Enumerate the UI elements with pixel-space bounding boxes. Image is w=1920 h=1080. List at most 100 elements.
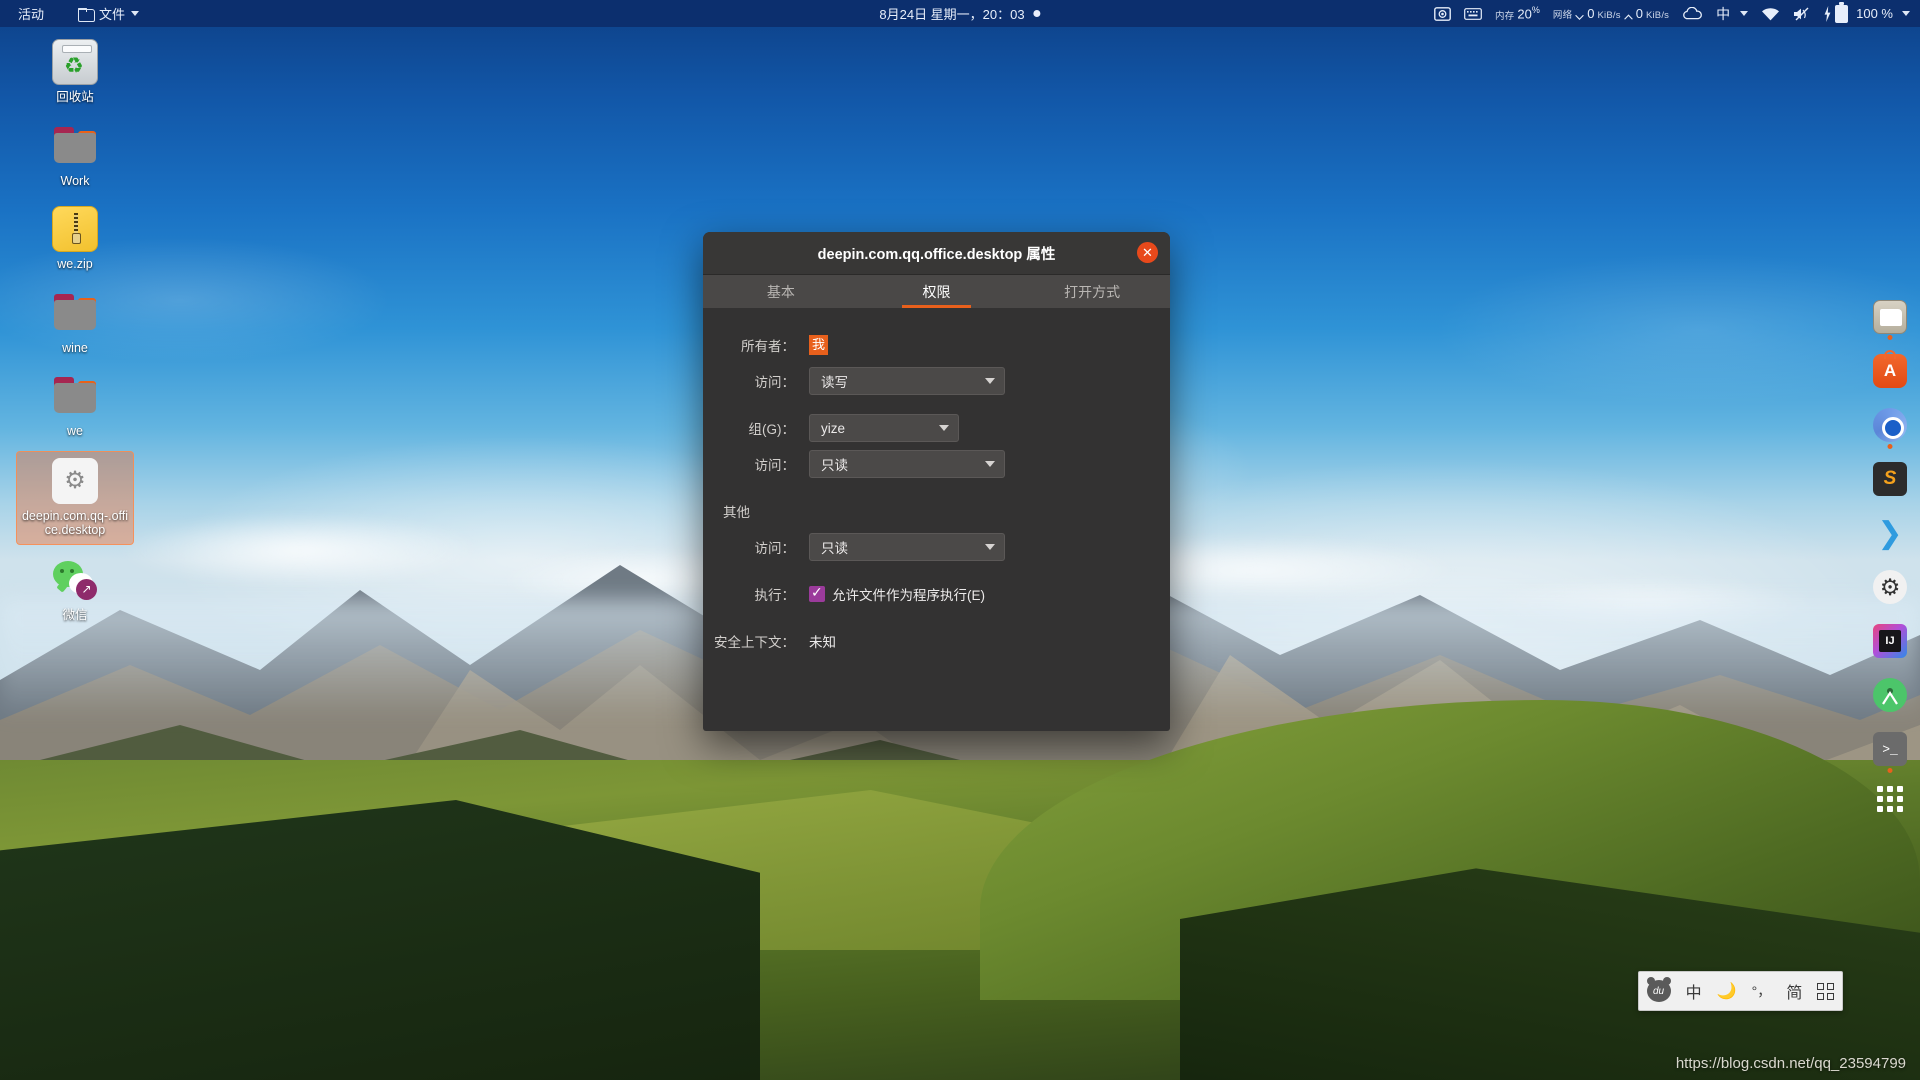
others-row: 其他 bbox=[703, 496, 1170, 526]
volume-muted-icon[interactable] bbox=[1793, 7, 1811, 21]
desktop-icon-wine[interactable]: wine bbox=[16, 284, 134, 362]
watermark: https://blog.csdn.net/qq_23594799 bbox=[1675, 1055, 1906, 1072]
others-access-row: 访问： 只读 bbox=[703, 532, 1170, 562]
input-method-toolbar: du 中 🌙 °， 简 bbox=[1638, 971, 1843, 1011]
camera-icon[interactable] bbox=[1434, 6, 1451, 21]
group-access-select[interactable]: 只读 bbox=[809, 450, 1005, 478]
clock-button[interactable]: 8月24日 星期一，20：03 bbox=[879, 4, 1041, 23]
app-menu-button[interactable]: 文件 bbox=[72, 2, 145, 25]
wifi-icon[interactable] bbox=[1761, 7, 1780, 21]
security-context-row: 安全上下文： 未知 bbox=[703, 626, 1170, 656]
ime-logo-text: du bbox=[1652, 985, 1665, 997]
dialog-titlebar[interactable]: deepin.com.qq.office.desktop 属性 ✕ bbox=[703, 232, 1170, 274]
folder-icon bbox=[52, 123, 98, 169]
dock-item-show-applications[interactable] bbox=[1873, 786, 1907, 820]
group-access-value: 只读 bbox=[821, 458, 848, 473]
dock-item-settings[interactable]: ⚙ bbox=[1873, 570, 1907, 604]
ime-mode-toggle[interactable]: 中 bbox=[1686, 979, 1702, 1003]
tab-open-with[interactable]: 打开方式 bbox=[1014, 275, 1170, 308]
dialog-body: 所有者： 我 访问： 读写 组(G)： yize 访问： 只读 其他 访问： 只… bbox=[703, 308, 1170, 656]
group-access-label: 访问： bbox=[754, 458, 796, 473]
battery-charging-icon bbox=[1824, 5, 1831, 22]
group-access-row: 访问： 只读 bbox=[703, 449, 1170, 479]
group-value: yize bbox=[821, 420, 846, 436]
chevron-up-icon bbox=[1623, 14, 1633, 20]
memory-value: 20 bbox=[1517, 6, 1532, 22]
notification-dot-icon bbox=[1033, 10, 1041, 17]
chevron-down-icon bbox=[1575, 14, 1585, 20]
desktop-icon-deepin-qq-office-desktop[interactable]: ⚙ deepin.com.qq-.office.desktop bbox=[16, 450, 134, 545]
cloud-icon[interactable] bbox=[1682, 7, 1703, 20]
memory-unit: % bbox=[1531, 5, 1540, 16]
tab-label: 权限 bbox=[922, 283, 951, 300]
dock-item-chromium[interactable] bbox=[1873, 408, 1907, 449]
ime-punctuation-toggle[interactable]: °， bbox=[1752, 981, 1772, 1001]
owner-access-label: 访问： bbox=[754, 375, 796, 390]
dock-item-terminal[interactable]: >_ bbox=[1873, 732, 1907, 773]
dock-item-app-store[interactable]: A bbox=[1873, 350, 1907, 388]
tab-label: 基本 bbox=[766, 283, 795, 300]
desktop-icon-label: wine bbox=[62, 340, 88, 355]
owner-access-row: 访问： 读写 bbox=[703, 366, 1170, 396]
desktop-icon-we-zip[interactable]: we.zip bbox=[16, 200, 134, 278]
desktop-icon-label: 微信 bbox=[62, 607, 88, 622]
memory-label: 内存 bbox=[1494, 10, 1515, 22]
owner-label: 所有者： bbox=[741, 339, 795, 354]
desktop-icon-we[interactable]: we bbox=[16, 367, 134, 445]
battery-label: 100 % bbox=[1856, 6, 1893, 21]
others-access-select[interactable]: 只读 bbox=[809, 533, 1005, 561]
dock-item-android-studio[interactable] bbox=[1873, 678, 1907, 712]
download-value: 0 bbox=[1587, 6, 1595, 21]
tab-basic[interactable]: 基本 bbox=[703, 275, 859, 308]
owner-access-select[interactable]: 读写 bbox=[809, 367, 1005, 395]
chevron-down-icon bbox=[1902, 11, 1910, 16]
ime-indicator[interactable]: 中 bbox=[1716, 4, 1749, 24]
group-select[interactable]: yize bbox=[809, 414, 959, 442]
baidu-panda-icon[interactable]: du bbox=[1646, 977, 1671, 1002]
desktop-icon-label: 回收站 bbox=[56, 90, 94, 104]
desktop-icon-wechat[interactable]: ↗ 微信 bbox=[16, 551, 134, 629]
ime-label: 中 bbox=[1716, 5, 1731, 22]
dock-item-intellij-idea[interactable] bbox=[1873, 624, 1907, 658]
execute-checkbox[interactable] bbox=[809, 584, 825, 602]
ime-script-toggle[interactable]: 简 bbox=[1786, 979, 1802, 1003]
owner-row: 所有者： 我 bbox=[703, 330, 1170, 360]
activities-label: 活动 bbox=[18, 7, 45, 22]
system-indicators: 内存 20% 网络 0 KiB/s 0 KiB/s 中 100 % bbox=[1434, 2, 1920, 24]
desktop-icon-trash[interactable]: ♻ 回收站 bbox=[16, 33, 134, 111]
chevron-down-icon bbox=[985, 544, 995, 550]
network-indicator[interactable]: 网络 0 KiB/s 0 KiB/s bbox=[1553, 6, 1669, 21]
memory-indicator[interactable]: 内存 20% bbox=[1495, 5, 1540, 21]
datetime-label: 8月24日 星期一，20：03 bbox=[879, 7, 1025, 22]
others-label: 其他 bbox=[723, 505, 750, 520]
keyboard-grid-icon[interactable] bbox=[1817, 982, 1835, 1000]
moon-icon[interactable]: 🌙 bbox=[1717, 981, 1737, 1001]
zip-archive-icon bbox=[52, 206, 98, 252]
execute-label: 执行： bbox=[754, 588, 796, 603]
group-label: 组(G)： bbox=[748, 422, 796, 437]
upload-value: 0 bbox=[1635, 6, 1643, 21]
tab-permissions[interactable]: 权限 bbox=[859, 275, 1015, 308]
top-panel-left: 活动 文件 bbox=[0, 2, 145, 25]
folder-icon bbox=[52, 373, 98, 419]
dock-item-sublime-text[interactable]: S bbox=[1873, 462, 1907, 496]
dock-item-files[interactable] bbox=[1873, 300, 1907, 340]
owner-value: 我 bbox=[809, 335, 829, 355]
dock-item-vs-code[interactable]: ❯ bbox=[1873, 516, 1907, 550]
desktop-entry-gear-icon: ⚙ bbox=[52, 457, 98, 504]
execute-row: 执行： 允许文件作为程序执行(E) bbox=[703, 579, 1170, 609]
group-row: 组(G)： yize bbox=[703, 413, 1170, 443]
keyboard-icon[interactable] bbox=[1464, 7, 1482, 20]
security-context-label: 安全上下文： bbox=[714, 635, 795, 650]
activities-button[interactable]: 活动 bbox=[12, 2, 50, 25]
chevron-down-icon bbox=[1740, 11, 1749, 16]
network-label: 网络 bbox=[1552, 10, 1573, 21]
battery-indicator[interactable]: 100 % bbox=[1824, 2, 1910, 23]
close-icon[interactable]: ✕ bbox=[1137, 242, 1158, 263]
execute-checkbox-label: 允许文件作为程序执行(E) bbox=[832, 588, 985, 603]
desktop-icon-work[interactable]: Work bbox=[16, 117, 134, 195]
dialog-title: deepin.com.qq.office.desktop 属性 bbox=[817, 246, 1056, 263]
owner-access-value: 读写 bbox=[821, 375, 848, 390]
desktop-icon-label: we bbox=[67, 424, 83, 438]
dialog-tab-bar: 基本 权限 打开方式 bbox=[703, 274, 1170, 308]
